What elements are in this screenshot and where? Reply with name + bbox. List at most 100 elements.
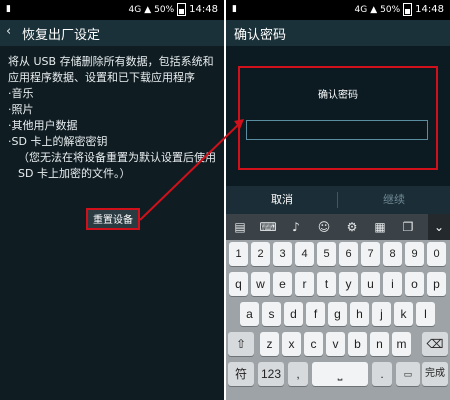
key-l[interactable]: l (416, 302, 435, 326)
key-6[interactable]: 6 (339, 242, 358, 266)
key-3[interactable]: 3 (273, 242, 292, 266)
keyboard-row-numbers: 1234567890 (226, 242, 450, 270)
key-v[interactable]: v (326, 332, 345, 356)
keyboard-row-1: qwertyuiop (226, 272, 450, 300)
language-key[interactable]: ▭ (396, 362, 420, 386)
action-bar-right: 确认密码 (226, 20, 450, 46)
battery-icon (403, 3, 413, 16)
shift-key[interactable]: ⇧ (228, 332, 254, 356)
key-f[interactable]: f (306, 302, 325, 326)
key-1[interactable]: 1 (229, 242, 248, 266)
warning-note: （您无法在将设备重置为默认设置后使用 SD 卡上加密的文件。） (18, 151, 216, 180)
done-key[interactable]: 完成 (422, 362, 448, 386)
status-right: 4G ▲ 50% 14:48 (129, 3, 218, 16)
keyboard-icon[interactable]: ⌨ (254, 214, 282, 240)
backspace-key[interactable]: ⌫ (422, 332, 448, 356)
key-r[interactable]: r (295, 272, 314, 296)
key-p[interactable]: p (427, 272, 446, 296)
right-screen: ▮ 4G ▲ 50% 14:48 确认密码 确认密码 取消 继续 ▤ ⌨ ♪ ☺… (226, 0, 450, 400)
key-x[interactable]: x (282, 332, 301, 356)
key-o[interactable]: o (405, 272, 424, 296)
key-9[interactable]: 9 (405, 242, 424, 266)
password-input[interactable] (246, 120, 428, 140)
highlight-frame (238, 66, 438, 170)
dot-key[interactable]: . (372, 362, 392, 386)
key-g[interactable]: g (328, 302, 347, 326)
reset-device-button[interactable]: 重置设备 (86, 208, 140, 230)
status-left-right: ▮ (232, 3, 237, 15)
keyboard-row-3: ⇧ ⌫ zxcvbnm (226, 332, 450, 360)
key-4[interactable]: 4 (295, 242, 314, 266)
signal-icon: ▲ (144, 4, 152, 15)
key-e[interactable]: e (273, 272, 292, 296)
notification-icon: ▮ (6, 4, 11, 14)
battery-icon (177, 3, 187, 16)
keyboard-layout-icon[interactable]: ▦ (366, 214, 394, 240)
cancel-button[interactable]: 取消 (226, 186, 338, 214)
key-j[interactable]: j (372, 302, 391, 326)
key-b[interactable]: b (348, 332, 367, 356)
settings-icon[interactable]: ⚙ (338, 214, 366, 240)
key-2[interactable]: 2 (251, 242, 270, 266)
status-left: ▮ (6, 3, 11, 15)
clipboard-icon[interactable]: ▤ (226, 214, 254, 240)
continue-button[interactable]: 继续 (338, 186, 450, 214)
password-dialog: 确认密码 (226, 46, 450, 186)
key-c[interactable]: c (304, 332, 323, 356)
key-t[interactable]: t (317, 272, 336, 296)
network-label: 4G (128, 4, 142, 15)
key-i[interactable]: i (383, 272, 402, 296)
key-5[interactable]: 5 (317, 242, 336, 266)
symbol-key[interactable]: 符 (228, 362, 254, 386)
emoji-icon[interactable]: ☺ (310, 214, 338, 240)
key-u[interactable]: u (361, 272, 380, 296)
battery-percent: 50% (380, 4, 401, 15)
status-bar: ▮ 4G ▲ 50% 14:48 (0, 0, 224, 20)
page-title-right: 确认密码 (234, 28, 287, 43)
list-item-sd-key: ·SD 卡上的解密密钥 (8, 135, 108, 148)
keyboard-row-4: 符 123 , ⎵ . ▭ 完成 (226, 362, 450, 390)
key-d[interactable]: d (284, 302, 303, 326)
key-z[interactable]: z (260, 332, 279, 356)
key-s[interactable]: s (262, 302, 281, 326)
dialog-button-bar: 取消 继续 (226, 186, 450, 214)
left-screen: ▮ 4G ▲ 50% 14:48 ‹ 恢复出厂设定 将从 USB 存储删除所有数… (0, 0, 224, 400)
key-0[interactable]: 0 (427, 242, 446, 266)
action-bar: ‹ 恢复出厂设定 (0, 20, 224, 46)
signal-icon: ▲ (370, 4, 378, 15)
mic-icon[interactable]: ♪ (282, 214, 310, 240)
list-item-photos: ·照片 (8, 103, 34, 116)
key-7[interactable]: 7 (361, 242, 380, 266)
clock: 14:48 (189, 3, 218, 15)
key-k[interactable]: k (394, 302, 413, 326)
keyboard-toolbar: ▤ ⌨ ♪ ☺ ⚙ ▦ ❐ ⌄ (226, 214, 450, 240)
copy-icon[interactable]: ❐ (394, 214, 422, 240)
status-right-right: 4G ▲ 50% 14:48 (355, 3, 444, 16)
keyboard-row-2: asdfghjkl (226, 302, 450, 330)
list-item-music: ·音乐 (8, 87, 34, 100)
key-8[interactable]: 8 (383, 242, 402, 266)
network-label: 4G (354, 4, 368, 15)
back-arrow-icon[interactable]: ‹ (6, 24, 11, 39)
dialog-title: 确认密码 (318, 90, 358, 101)
key-h[interactable]: h (350, 302, 369, 326)
space-key[interactable]: ⎵ (312, 362, 368, 386)
key-a[interactable]: a (240, 302, 259, 326)
clock: 14:48 (415, 3, 444, 15)
key-m[interactable]: m (392, 332, 411, 356)
battery-percent: 50% (154, 4, 175, 15)
comma-key[interactable]: , (288, 362, 308, 386)
list-item-user-data: ·其他用户数据 (8, 119, 78, 132)
chevron-down-icon[interactable]: ⌄ (428, 214, 450, 240)
intro-text: 将从 USB 存储删除所有数据，包括系统和应用程序数据、设置和已下载应用程序 (8, 55, 214, 84)
status-bar-right: ▮ 4G ▲ 50% 14:48 (226, 0, 450, 20)
notification-icon: ▮ (232, 4, 237, 14)
key-y[interactable]: y (339, 272, 358, 296)
page-title: 恢复出厂设定 (22, 28, 101, 43)
number-key[interactable]: 123 (258, 362, 284, 386)
key-n[interactable]: n (370, 332, 389, 356)
keyboard: 1234567890 qwertyuiop asdfghjkl ⇧ ⌫ zxcv… (226, 240, 450, 400)
reset-info: 将从 USB 存储删除所有数据，包括系统和应用程序数据、设置和已下载应用程序 ·… (8, 54, 220, 182)
key-q[interactable]: q (229, 272, 248, 296)
key-w[interactable]: w (251, 272, 270, 296)
